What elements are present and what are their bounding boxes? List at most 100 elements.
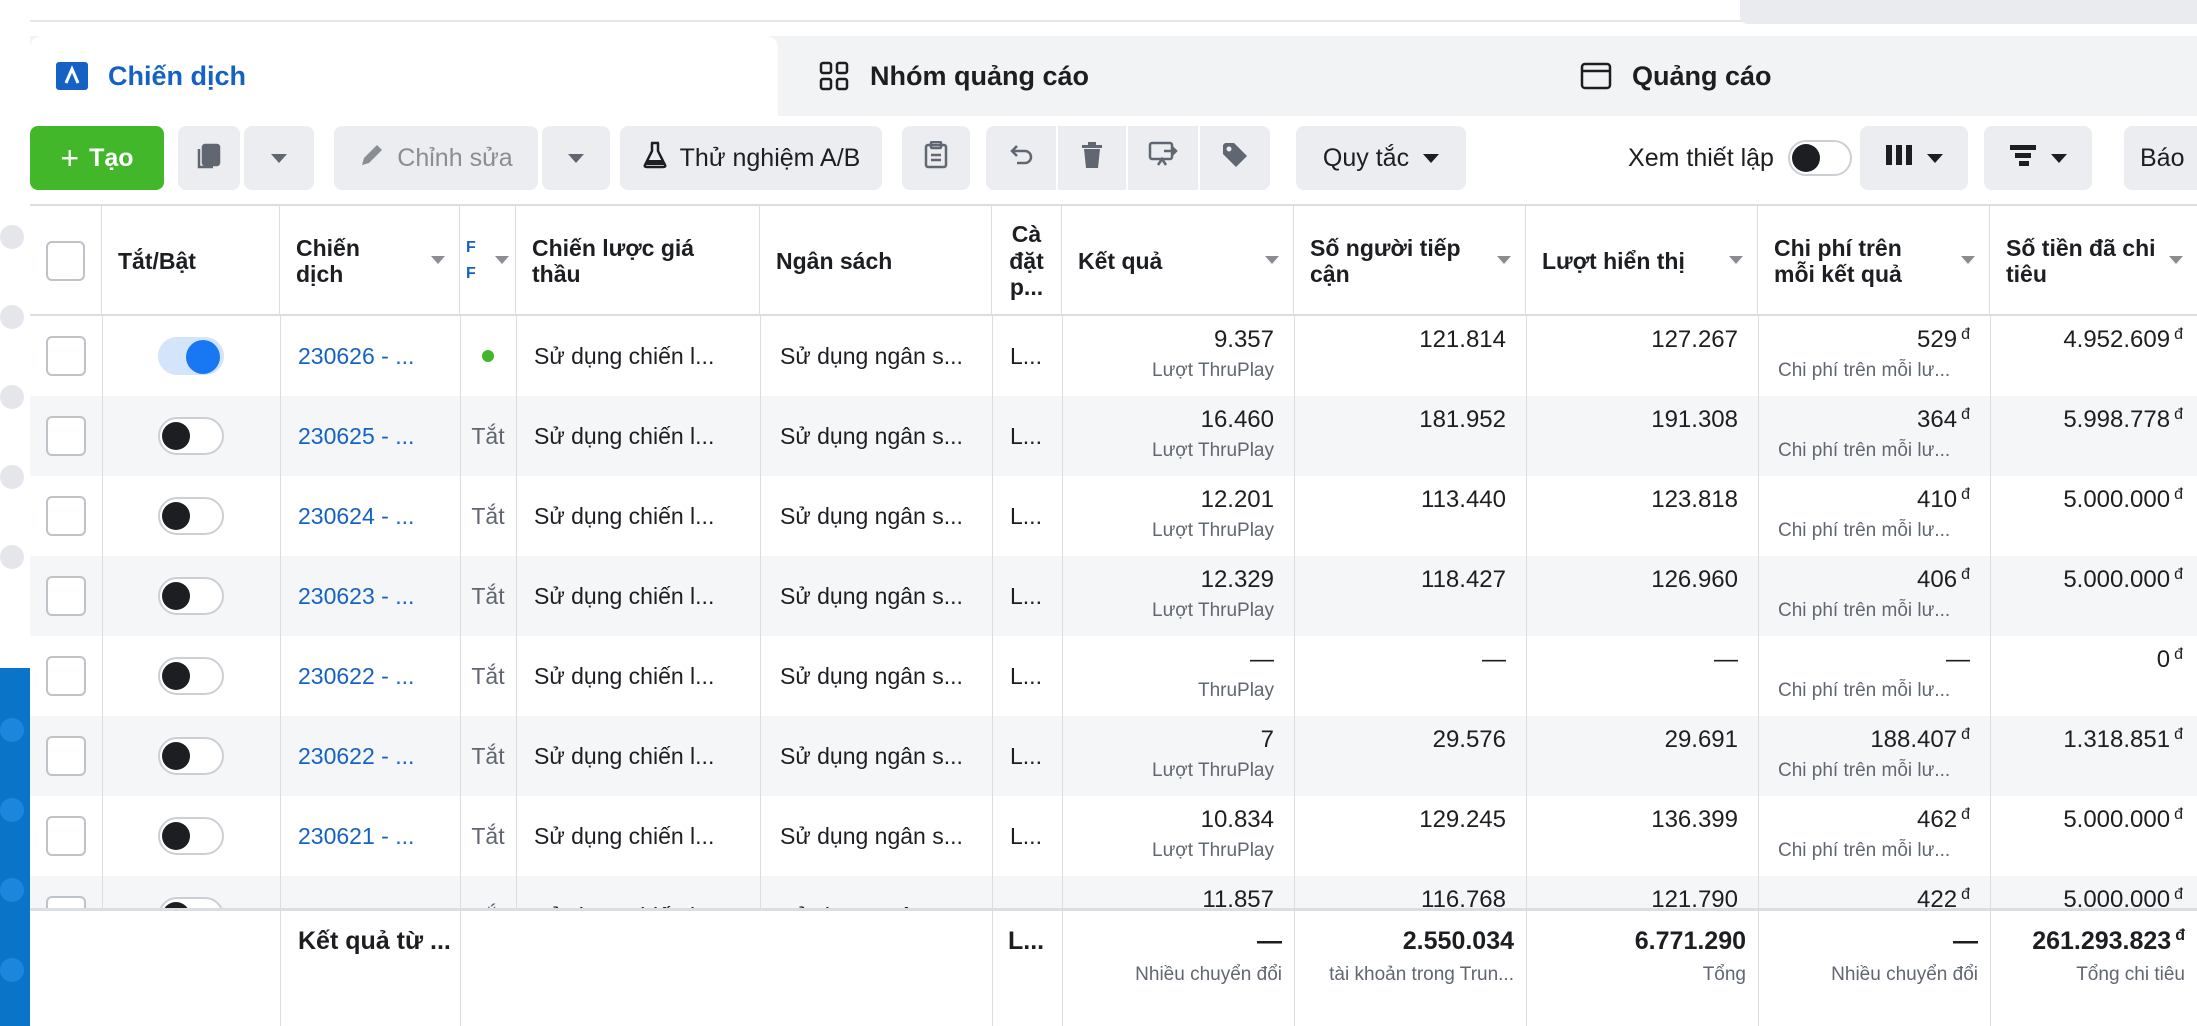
reach-cell: 181.952 <box>1419 406 1506 433</box>
select-all-checkbox[interactable] <box>46 241 85 281</box>
footer-cost-per-result: — Nhiều chuyển đổi <box>1831 927 1978 985</box>
left-decoration <box>0 0 30 1026</box>
tag-button[interactable] <box>1200 126 1270 190</box>
reports-button[interactable]: Báo <box>2124 126 2197 190</box>
row-select-cell <box>30 636 102 716</box>
footer-label: Kết quả từ ... <box>298 927 451 955</box>
column-header-bid-strategy[interactable]: Chiến lược giá thầu <box>516 206 760 316</box>
edit-button[interactable]: Chỉnh sửa <box>334 126 538 190</box>
delete-button[interactable] <box>1058 126 1126 190</box>
sort-caret-icon <box>1497 256 1511 264</box>
amount-spent-cell: 5.998.778 đ <box>2063 406 2183 433</box>
edit-label: Chỉnh sửa <box>397 143 513 172</box>
table-row[interactable]: 230622 - ... Tắt Sử dụng chiến l... Sử dụng… <box>30 716 2197 796</box>
toggle-cell <box>102 396 280 476</box>
clipboard-button[interactable] <box>902 126 970 190</box>
pencil-icon <box>359 142 385 175</box>
table-row[interactable]: 230626 - ... Sử dụng chiến l... Sử dụng ng… <box>30 316 2197 396</box>
row-checkbox[interactable] <box>46 336 86 376</box>
campaign-name-link[interactable]: 230623 - ... <box>280 556 460 636</box>
campaign-toggle[interactable] <box>158 577 224 615</box>
campaign-name-link[interactable]: 230626 - ... <box>280 316 460 396</box>
row-checkbox[interactable] <box>46 496 86 536</box>
table-row[interactable]: 230623 - ... Tắt Sử dụng chiến l... Sử dụng… <box>30 556 2197 636</box>
ab-test-button[interactable]: Thử nghiệm A/B <box>620 126 882 190</box>
row-checkbox[interactable] <box>46 656 86 696</box>
column-header-reach[interactable]: Số người tiếp cận <box>1294 206 1526 316</box>
rules-dropdown-button[interactable]: Quy tắc <box>1296 126 1466 190</box>
column-header-budget[interactable]: Ngân sách <box>760 206 992 316</box>
create-button[interactable]: + Tạo <box>30 126 164 190</box>
impressions-cell: 123.818 <box>1651 486 1738 513</box>
edit-dropdown-button[interactable] <box>542 126 610 190</box>
campaign-name-link[interactable]: 230624 - ... <box>280 476 460 556</box>
column-header-toggle[interactable]: Tắt/Bật <box>102 206 280 316</box>
attribution-cell: L... <box>1010 582 1042 609</box>
breakdown-dropdown-button[interactable] <box>1984 126 2092 190</box>
delivery-status: Tắt <box>471 582 505 609</box>
toggle-cell <box>102 316 280 396</box>
impressions-cell: 127.267 <box>1651 326 1738 353</box>
tab-label: Quảng cáo <box>1632 60 1772 91</box>
amount-spent-cell: 0đ <box>2156 646 2183 673</box>
duplicate-dropdown-button[interactable] <box>244 126 314 190</box>
row-select-cell <box>30 476 102 556</box>
column-header-campaign[interactable]: Chiến dịch <box>280 206 460 316</box>
column-header-cost-per-result[interactable]: Chi phí trên mỗi kết quả <box>1758 206 1990 316</box>
bid-strategy-cell: Sử dụng chiến l... <box>534 742 715 769</box>
campaign-toggle[interactable] <box>158 817 224 855</box>
tag-icon <box>1221 141 1249 176</box>
campaign-name-link[interactable]: 230622 - ... <box>280 716 460 796</box>
budget-cell: Sử dụng ngân s... <box>780 342 963 369</box>
campaign-name-link[interactable]: 230625 - ... <box>280 396 460 476</box>
active-status-dot <box>482 350 494 362</box>
budget-cell: Sử dụng ngân s... <box>780 822 963 849</box>
view-settings-switch[interactable] <box>1787 140 1852 176</box>
undo-button[interactable] <box>986 126 1056 190</box>
budget-cell: Sử dụng ngân s... <box>780 742 963 769</box>
amount-spent-cell: 5.000.000 đ <box>2063 566 2183 593</box>
table-row[interactable]: 230621 - ... Tắt Sử dụng chiến l... Sử dụng… <box>30 796 2197 876</box>
campaign-toggle[interactable] <box>158 417 224 455</box>
tab-campaigns[interactable]: Chiến dịch <box>30 36 778 116</box>
bid-strategy-cell: Sử dụng chiến l... <box>534 582 715 609</box>
table-footer-summary: Kết quả từ ... L... — Nhiều chuyển đổi 2.… <box>30 908 2197 1026</box>
campaign-toggle[interactable] <box>158 337 224 375</box>
footer-impressions: 6.771.290 Tổng <box>1634 927 1746 985</box>
column-header-attribution[interactable]: Cà đặt p... <box>992 206 1062 316</box>
view-settings-toggle[interactable]: Xem thiết lập <box>1620 126 1860 190</box>
delivery-status <box>460 316 516 396</box>
column-header-delivery[interactable]: F F <box>460 206 516 316</box>
column-header-results[interactable]: Kết quả <box>1062 206 1294 316</box>
campaign-name-link[interactable]: 230622 - ... <box>280 636 460 716</box>
duplicate-button[interactable] <box>178 126 240 190</box>
export-button[interactable] <box>1128 126 1198 190</box>
ab-test-label: Thử nghiệm A/B <box>679 143 861 172</box>
reach-cell: 113.440 <box>1421 486 1506 513</box>
columns-dropdown-button[interactable] <box>1860 126 1968 190</box>
row-checkbox[interactable] <box>46 736 86 776</box>
tab-ads[interactable]: Quảng cáo <box>1554 36 2197 116</box>
table-row[interactable]: 230624 - ... Tắt Sử dụng chiến l... Sử dụng… <box>30 476 2197 556</box>
column-header-impressions[interactable]: Lượt hiển thị <box>1526 206 1758 316</box>
table-row[interactable]: 230625 - ... Tắt Sử dụng chiến l... Sử dụng… <box>30 396 2197 476</box>
campaign-toggle[interactable] <box>158 497 224 535</box>
bid-strategy-cell: Sử dụng chiến l... <box>534 342 715 369</box>
top-right-panel-edge <box>1740 0 2197 24</box>
campaign-toggle[interactable] <box>158 657 224 695</box>
tab-ad-sets[interactable]: Nhóm quảng cáo <box>792 36 1538 116</box>
column-header-amount-spent[interactable]: Số tiền đã chi tiêu <box>1990 206 2197 316</box>
caret-down-icon <box>568 153 584 163</box>
table-row[interactable]: 230622 - ... Tắt Sử dụng chiến l... Sử dụng… <box>30 636 2197 716</box>
impressions-cell: 29.691 <box>1664 726 1738 753</box>
amount-spent-cell: 1.318.851 đ <box>2063 726 2183 753</box>
row-checkbox[interactable] <box>46 576 86 616</box>
row-checkbox[interactable] <box>46 416 86 456</box>
results-cell: 7 Lượt ThruPlay <box>1152 726 1274 781</box>
attribution-cell: L... <box>1010 822 1042 849</box>
results-cell: 12.201 Lượt ThruPlay <box>1152 486 1274 541</box>
campaign-toggle[interactable] <box>158 737 224 775</box>
campaign-name-link[interactable]: 230621 - ... <box>280 796 460 876</box>
results-cell: — ThruPlay <box>1197 646 1274 701</box>
row-checkbox[interactable] <box>46 816 86 856</box>
